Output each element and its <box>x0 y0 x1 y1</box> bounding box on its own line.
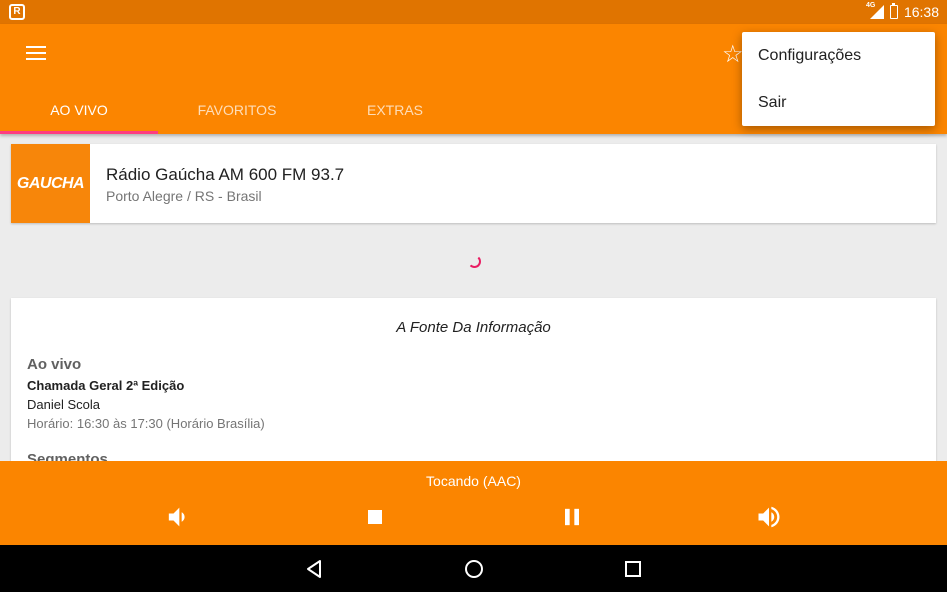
tab-extras[interactable]: EXTRAS <box>316 88 474 134</box>
loading-spinner-icon <box>468 255 481 268</box>
program-info-card: A Fonte Da Informação Ao vivo Chamada Ge… <box>11 298 936 478</box>
volume-down-icon[interactable] <box>163 503 191 531</box>
favorite-star-icon[interactable]: ☆ <box>722 40 744 69</box>
station-slogan: A Fonte Da Informação <box>396 319 551 336</box>
battery-charging-icon <box>889 3 898 19</box>
menu-item-configuracoes[interactable]: Configurações <box>742 32 935 79</box>
playback-status: Tocando (AAC) <box>426 473 521 489</box>
menu-item-sair[interactable]: Sair <box>742 79 935 126</box>
pause-icon[interactable] <box>558 503 586 531</box>
home-icon[interactable] <box>463 558 485 580</box>
radio-app-notification-icon: R <box>9 4 25 20</box>
hamburger-menu-icon[interactable] <box>26 46 46 62</box>
live-section-title: Ao vivo <box>27 356 82 373</box>
station-logo: GAUCHA <box>11 144 90 223</box>
cell-signal-icon: 4G <box>865 2 884 19</box>
status-time: 16:38 <box>903 4 939 20</box>
tab-ao-vivo[interactable]: AO VIVO <box>0 88 158 134</box>
tab-bar: AO VIVO FAVORITOS EXTRAS <box>0 88 474 134</box>
station-name: Rádio Gaúcha AM 600 FM 93.7 <box>106 165 345 184</box>
recents-icon[interactable] <box>622 558 644 580</box>
stop-icon[interactable] <box>361 503 389 531</box>
overflow-menu: Configurações Sair <box>742 32 935 126</box>
program-name: Chamada Geral 2ª Edição <box>27 378 185 393</box>
status-bar: R 4G 16:38 <box>0 0 947 24</box>
station-location: Porto Alegre / RS - Brasil <box>106 188 262 204</box>
network-type-label: 4G <box>865 2 876 9</box>
tab-favoritos[interactable]: FAVORITOS <box>158 88 316 134</box>
program-schedule: Horário: 16:30 às 17:30 (Horário Brasíli… <box>27 416 265 431</box>
volume-up-icon[interactable] <box>755 503 783 531</box>
back-icon[interactable] <box>303 558 325 580</box>
program-host: Daniel Scola <box>27 397 100 412</box>
system-navigation-bar <box>0 545 947 592</box>
station-card[interactable]: GAUCHA Rádio Gaúcha AM 600 FM 93.7 Porto… <box>11 144 936 223</box>
status-indicators: 4G 16:38 <box>865 0 939 24</box>
player-bar: Tocando (AAC) <box>0 461 947 545</box>
